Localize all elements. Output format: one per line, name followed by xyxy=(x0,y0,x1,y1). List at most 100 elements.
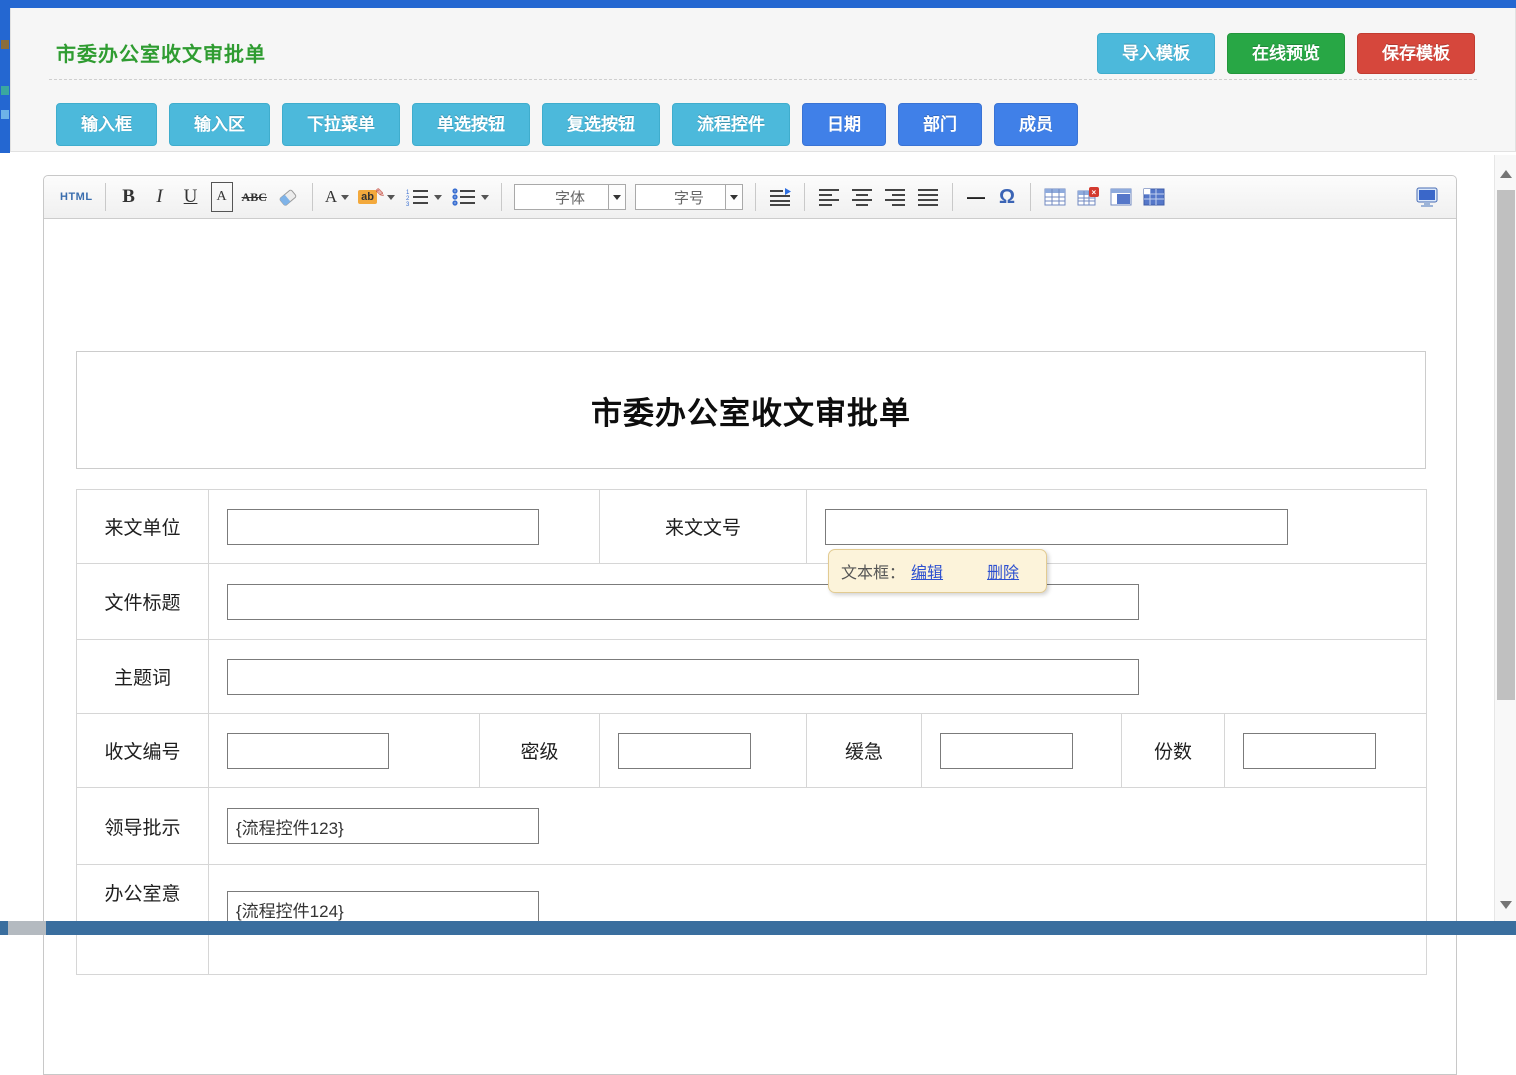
unordered-list-icon[interactable] xyxy=(451,182,489,212)
online-preview-button[interactable]: 在线预览 xyxy=(1227,33,1345,74)
background-icon xyxy=(1,40,9,49)
leader-comment-input[interactable] xyxy=(227,808,539,844)
toolbar-separator xyxy=(804,183,805,211)
label-doc-number: 来文文号 xyxy=(600,490,807,564)
urgency-input[interactable] xyxy=(940,733,1073,769)
special-char-icon[interactable]: Ω xyxy=(996,182,1018,212)
window-bottom-edge xyxy=(0,921,1516,935)
font-color-icon[interactable]: A xyxy=(325,182,349,212)
widget-checkbox-button[interactable]: 复选按钮 xyxy=(542,103,660,146)
toolbar-separator xyxy=(105,183,106,211)
table-cell-icon[interactable] xyxy=(1109,182,1133,212)
table-row: 主题词 xyxy=(77,640,1427,714)
widget-date-button[interactable]: 日期 xyxy=(802,103,886,146)
approval-form-table: 来文单位 来文文号 文件标题 主题词 收文编号 密级 缓急 份数 xyxy=(76,489,1427,975)
chevron-down-icon xyxy=(481,195,489,200)
page-title: 市委办公室收文审批单 xyxy=(56,38,266,67)
align-right-icon[interactable] xyxy=(883,182,907,212)
window-top-edge xyxy=(0,0,1516,8)
field-context-tooltip: 文本框： 编辑 删除 xyxy=(828,549,1047,593)
document-title-box: 市委办公室收文审批单 xyxy=(76,351,1426,469)
font-border-icon[interactable]: A xyxy=(211,182,233,212)
toolbar-separator xyxy=(501,183,502,211)
chevron-down-icon xyxy=(434,195,442,200)
fullscreen-icon[interactable] xyxy=(1414,182,1440,212)
copies-input[interactable] xyxy=(1243,733,1376,769)
italic-icon[interactable]: I xyxy=(149,182,171,212)
widget-department-button[interactable]: 部门 xyxy=(898,103,982,146)
strikethrough-icon[interactable]: ABC xyxy=(242,182,267,212)
table-row: 办公室意 xyxy=(77,865,1427,975)
save-template-button[interactable]: 保存模板 xyxy=(1357,33,1475,74)
label-office-opinion: 办公室意 xyxy=(77,865,209,975)
editor-content: 市委办公室收文审批单 来文单位 来文文号 文件标题 主题词 收文 xyxy=(44,219,1456,975)
rich-text-editor: HTML B I U A ABC A ab 123 字体 字号 xyxy=(43,175,1457,1075)
label-doc-title: 文件标题 xyxy=(77,564,209,640)
import-template-button[interactable]: 导入模板 xyxy=(1097,33,1215,74)
scroll-up-arrow-icon[interactable] xyxy=(1495,160,1516,190)
template-actions: 导入模板 在线预览 保存模板 xyxy=(1097,33,1475,74)
label-source-unit: 来文单位 xyxy=(77,490,209,564)
background-icon xyxy=(1,86,9,95)
toolbar-separator xyxy=(312,183,313,211)
toolbar-separator xyxy=(1030,183,1031,211)
label-subject-word: 主题词 xyxy=(77,640,209,714)
label-copies: 份数 xyxy=(1122,714,1225,788)
ordered-list-icon[interactable]: 123 xyxy=(404,182,442,212)
background-window-edge xyxy=(0,8,10,153)
scrollbar-thumb[interactable] xyxy=(1497,190,1515,700)
edit-field-link[interactable]: 编辑 xyxy=(911,559,943,583)
vertical-scrollbar[interactable] xyxy=(1494,155,1516,935)
bottom-corner-block xyxy=(8,921,46,935)
doc-number-input[interactable] xyxy=(825,509,1288,545)
table-props-icon[interactable] xyxy=(1142,182,1166,212)
editor-toolbar: HTML B I U A ABC A ab 123 字体 字号 xyxy=(44,176,1456,219)
delete-table-icon[interactable]: × xyxy=(1076,182,1100,212)
widget-radio-button[interactable]: 单选按钮 xyxy=(412,103,530,146)
widget-input-button[interactable]: 输入框 xyxy=(56,103,157,146)
underline-icon[interactable]: U xyxy=(180,182,202,212)
chevron-down-icon[interactable] xyxy=(608,185,625,209)
html-source-icon[interactable]: HTML xyxy=(60,182,93,212)
eraser-icon[interactable] xyxy=(276,182,300,212)
receive-number-input[interactable] xyxy=(227,733,389,769)
font-family-select[interactable]: 字体 xyxy=(514,184,626,210)
tooltip-label: 文本框： xyxy=(841,559,905,583)
horizontal-rule-icon[interactable]: — xyxy=(965,182,987,212)
table-row: 文件标题 xyxy=(77,564,1427,640)
source-unit-input[interactable] xyxy=(227,509,539,545)
align-justify-icon[interactable] xyxy=(916,182,940,212)
secrecy-input[interactable] xyxy=(618,733,751,769)
label-leader-comment: 领导批示 xyxy=(77,788,209,865)
widget-flowcontrol-button[interactable]: 流程控件 xyxy=(672,103,790,146)
document-title: 市委办公室收文审批单 xyxy=(591,388,911,433)
toolbar-separator xyxy=(952,183,953,211)
subject-word-input[interactable] xyxy=(227,659,1139,695)
widget-toolbar: 输入框 输入区 下拉菜单 单选按钮 复选按钮 流程控件 日期 部门 成员 xyxy=(56,103,1078,146)
chevron-down-icon[interactable] xyxy=(725,185,742,209)
dashed-divider xyxy=(49,79,1477,80)
scroll-down-arrow-icon[interactable] xyxy=(1495,889,1516,919)
bold-icon[interactable]: B xyxy=(118,182,140,212)
align-left-icon[interactable] xyxy=(817,182,841,212)
widget-member-button[interactable]: 成员 xyxy=(994,103,1078,146)
highlight-icon[interactable]: ab xyxy=(358,182,395,212)
insert-table-icon[interactable] xyxy=(1043,182,1067,212)
svg-text:×: × xyxy=(1092,188,1097,197)
background-icon xyxy=(1,110,9,119)
label-urgency: 缓急 xyxy=(807,714,922,788)
table-row: 收文编号 密级 缓急 份数 xyxy=(77,714,1427,788)
table-row: 来文单位 来文文号 xyxy=(77,490,1427,564)
label-secrecy: 密级 xyxy=(480,714,600,788)
indent-icon[interactable] xyxy=(768,182,792,212)
delete-field-link[interactable]: 删除 xyxy=(987,559,1019,583)
align-center-icon[interactable] xyxy=(850,182,874,212)
font-size-select[interactable]: 字号 xyxy=(635,184,743,210)
form-designer-header: 市委办公室收文审批单 导入模板 在线预览 保存模板 输入框 输入区 下拉菜单 单… xyxy=(10,8,1516,152)
widget-dropdown-button[interactable]: 下拉菜单 xyxy=(282,103,400,146)
widget-textarea-button[interactable]: 输入区 xyxy=(169,103,270,146)
chevron-down-icon xyxy=(387,195,395,200)
table-row: 领导批示 xyxy=(77,788,1427,865)
chevron-down-icon xyxy=(341,195,349,200)
svg-text:3: 3 xyxy=(406,202,410,208)
